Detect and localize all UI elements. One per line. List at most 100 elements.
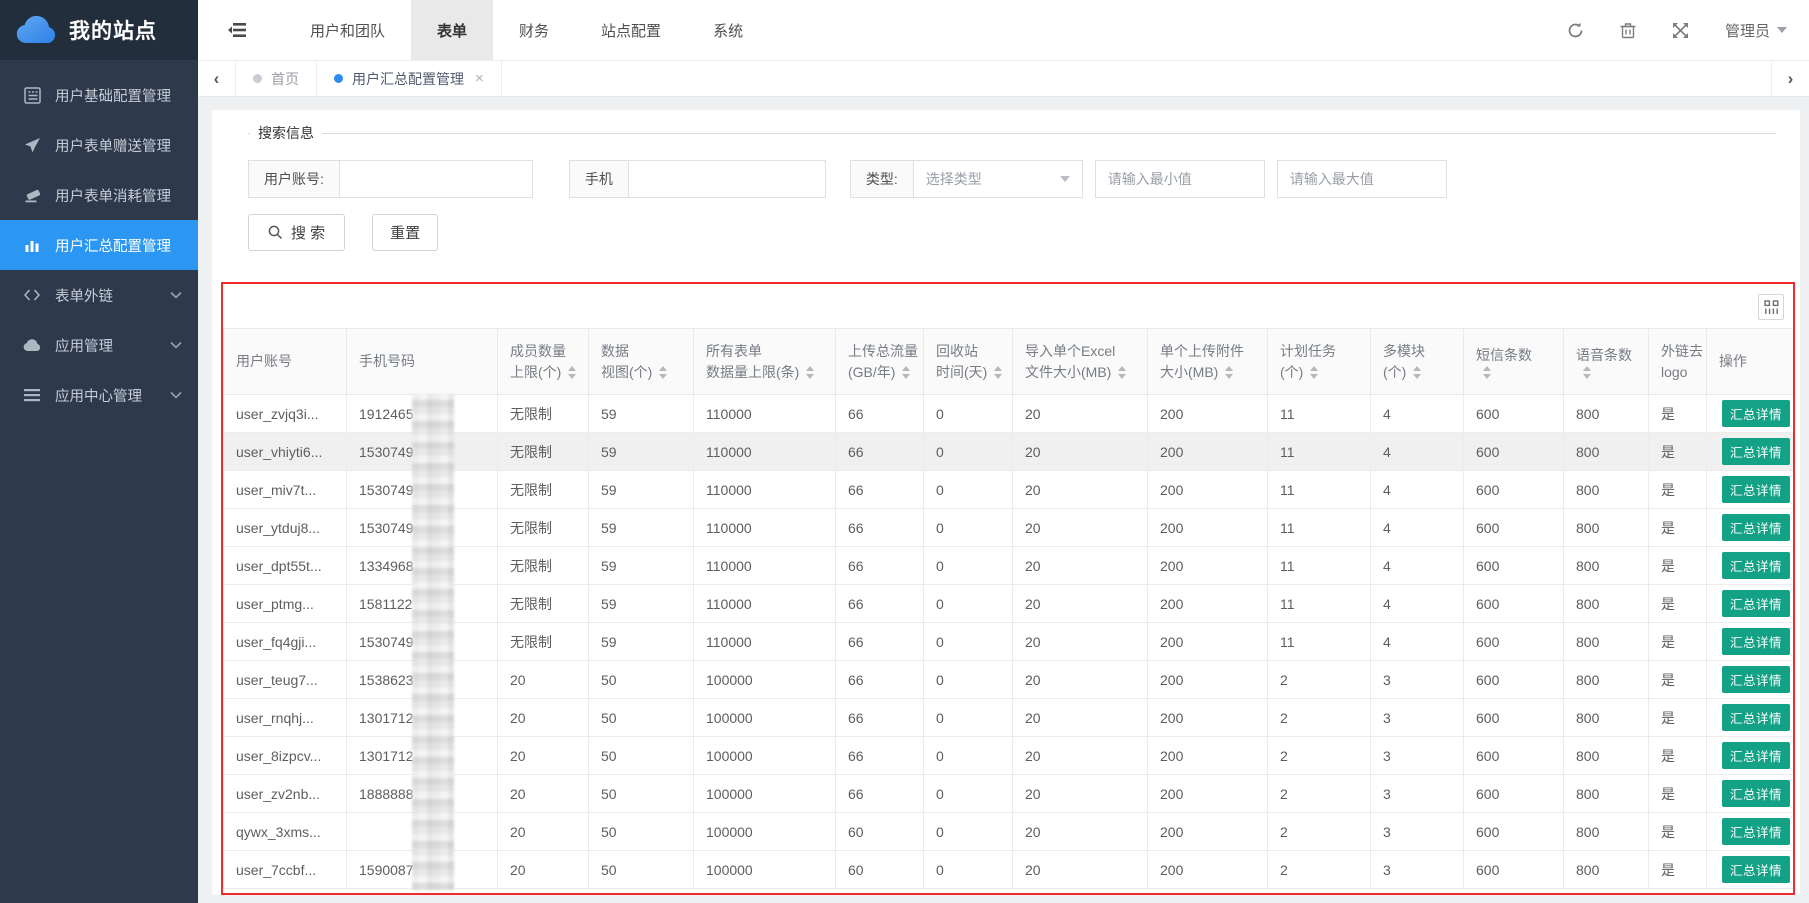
- table-row-4: user_ytduj8...1530749无限制5911000066020200…: [224, 509, 1794, 547]
- cell-sms_count: 600: [1464, 433, 1564, 471]
- cell-voice_count: 800: [1564, 623, 1649, 661]
- reset-button[interactable]: 重置: [372, 214, 438, 251]
- column-header-voice_count[interactable]: 语音条数: [1564, 329, 1649, 395]
- column-header-member_limit[interactable]: 成员数量上限(个): [498, 329, 589, 395]
- summary-detail-button[interactable]: 汇总详情: [1722, 818, 1790, 845]
- chevron-down-icon: [170, 391, 182, 399]
- cell-recycle_days: 0: [924, 395, 1013, 433]
- sidebar-item-5[interactable]: 表单外链: [0, 270, 198, 320]
- summary-detail-button[interactable]: 汇总详情: [1722, 476, 1790, 503]
- sort-icon[interactable]: [1310, 366, 1318, 379]
- sort-icon[interactable]: [994, 366, 1002, 379]
- sort-icon[interactable]: [1413, 366, 1421, 379]
- sort-icon[interactable]: [902, 366, 910, 379]
- app-screen: 我的站点 用户基础配置管理用户表单赠送管理用户表单消耗管理用户汇总配置管理表单外…: [0, 0, 1809, 903]
- table-row-9: user_rnqhj...130171220501000006602020023…: [224, 699, 1794, 737]
- cell-sms_count: 600: [1464, 585, 1564, 623]
- column-header-data_views[interactable]: 数据视图(个): [589, 329, 694, 395]
- sort-icon[interactable]: [1583, 366, 1591, 379]
- sort-icon[interactable]: [806, 366, 814, 379]
- summary-detail-button[interactable]: 汇总详情: [1722, 742, 1790, 769]
- summary-detail-button[interactable]: 汇总详情: [1722, 438, 1790, 465]
- sidebar-item-1[interactable]: 用户基础配置管理: [0, 70, 198, 120]
- chevron-down-icon: [170, 341, 182, 349]
- cell-phone: 1530749: [347, 509, 498, 547]
- summary-detail-button[interactable]: 汇总详情: [1722, 552, 1790, 579]
- cell-multi_modules: 4: [1371, 509, 1464, 547]
- sidebar-item-label: 应用管理: [55, 335, 113, 356]
- chevron-down-icon: [170, 291, 182, 299]
- cell-planned_tasks: 11: [1268, 395, 1371, 433]
- account-label: 用户账号:: [249, 161, 340, 197]
- sidebar-item-4[interactable]: 用户汇总配置管理: [0, 220, 198, 270]
- topnav-tab-4[interactable]: 站点配置: [575, 0, 687, 60]
- type-select[interactable]: 选择类型: [914, 161, 1082, 197]
- cell-multi_modules: 4: [1371, 585, 1464, 623]
- cell-data_views: 50: [589, 699, 694, 737]
- sidebar-item-3[interactable]: 用户表单消耗管理: [0, 170, 198, 220]
- cell-form_data_limit: 100000: [694, 699, 836, 737]
- summary-detail-button[interactable]: 汇总详情: [1722, 514, 1790, 541]
- summary-detail-button[interactable]: 汇总详情: [1722, 704, 1790, 731]
- admin-menu[interactable]: 管理员: [1725, 20, 1787, 41]
- refresh-icon[interactable]: [1567, 22, 1584, 39]
- tags-scroll-right-icon[interactable]: ›: [1771, 61, 1809, 96]
- summary-detail-button[interactable]: 汇总详情: [1722, 666, 1790, 693]
- site-logo: 我的站点: [0, 0, 198, 60]
- table-row-12: qywx_3xms...20501000006002020023600800是汇…: [224, 813, 1794, 851]
- cloud-logo-icon: [16, 15, 58, 45]
- cell-voice_count: 800: [1564, 547, 1649, 585]
- cell-attachment_size: 200: [1148, 547, 1268, 585]
- sidebar-item-2[interactable]: 用户表单赠送管理: [0, 120, 198, 170]
- sidebar-item-7[interactable]: 应用中心管理: [0, 370, 198, 420]
- cell-excel_size: 20: [1013, 775, 1148, 813]
- sort-icon[interactable]: [1483, 366, 1491, 379]
- sort-icon[interactable]: [1225, 366, 1233, 379]
- topnav-tab-1[interactable]: 用户和团队: [284, 0, 411, 60]
- close-icon[interactable]: ×: [475, 70, 484, 87]
- topnav-tab-3[interactable]: 财务: [493, 0, 575, 60]
- open-tab-1[interactable]: 首页: [236, 61, 317, 96]
- column-header-form_data_limit[interactable]: 所有表单数据量上限(条): [694, 329, 836, 395]
- column-header-excel_size[interactable]: 导入单个Excel文件大小(MB): [1013, 329, 1148, 395]
- summary-detail-button[interactable]: 汇总详情: [1722, 780, 1790, 807]
- sort-icon[interactable]: [568, 366, 576, 379]
- cell-attachment_size: 200: [1148, 661, 1268, 699]
- tags-scroll-left-icon[interactable]: ‹: [198, 61, 236, 96]
- sort-icon[interactable]: [659, 366, 667, 379]
- summary-detail-button[interactable]: 汇总详情: [1722, 400, 1790, 427]
- topnav-tab-2[interactable]: 表单: [411, 0, 493, 60]
- min-value-input[interactable]: [1095, 160, 1265, 198]
- sort-icon[interactable]: [1118, 366, 1126, 379]
- max-value-input[interactable]: [1277, 160, 1447, 198]
- column-header-planned_tasks[interactable]: 计划任务(个): [1268, 329, 1371, 395]
- column-settings-button[interactable]: [1758, 294, 1784, 320]
- fullscreen-icon[interactable]: [1672, 22, 1689, 39]
- cell-planned_tasks: 2: [1268, 699, 1371, 737]
- sidebar-collapse-icon[interactable]: [228, 22, 246, 38]
- cell-remove_logo: 是: [1649, 547, 1707, 585]
- search-icon: [268, 225, 283, 240]
- cell-multi_modules: 3: [1371, 851, 1464, 889]
- cell-phone: 1888888: [347, 775, 498, 813]
- summary-detail-button[interactable]: 汇总详情: [1722, 590, 1790, 617]
- search-button[interactable]: 搜 索: [248, 214, 345, 251]
- sidebar-menu: 用户基础配置管理用户表单赠送管理用户表单消耗管理用户汇总配置管理表单外链应用管理…: [0, 60, 198, 420]
- column-header-recycle_days[interactable]: 回收站时间(天): [924, 329, 1013, 395]
- cell-phone: 1912465: [347, 395, 498, 433]
- trash-icon[interactable]: [1620, 22, 1636, 39]
- cell-remove_logo: 是: [1649, 737, 1707, 775]
- account-input[interactable]: [340, 161, 532, 197]
- phone-input[interactable]: [629, 161, 825, 197]
- summary-detail-button[interactable]: 汇总详情: [1722, 856, 1790, 883]
- summary-detail-button[interactable]: 汇总详情: [1722, 628, 1790, 655]
- column-header-sms_count[interactable]: 短信条数: [1464, 329, 1564, 395]
- sidebar-item-6[interactable]: 应用管理: [0, 320, 198, 370]
- cell-remove_logo: 是: [1649, 813, 1707, 851]
- open-tab-2[interactable]: 用户汇总配置管理×: [317, 61, 502, 96]
- cell-account: user_zv2nb...: [224, 775, 347, 813]
- column-header-attachment_size[interactable]: 单个上传附件大小(MB): [1148, 329, 1268, 395]
- column-header-multi_modules[interactable]: 多模块(个): [1371, 329, 1464, 395]
- column-header-upload_traffic[interactable]: 上传总流量(GB/年): [836, 329, 924, 395]
- topnav-tab-5[interactable]: 系统: [687, 0, 769, 60]
